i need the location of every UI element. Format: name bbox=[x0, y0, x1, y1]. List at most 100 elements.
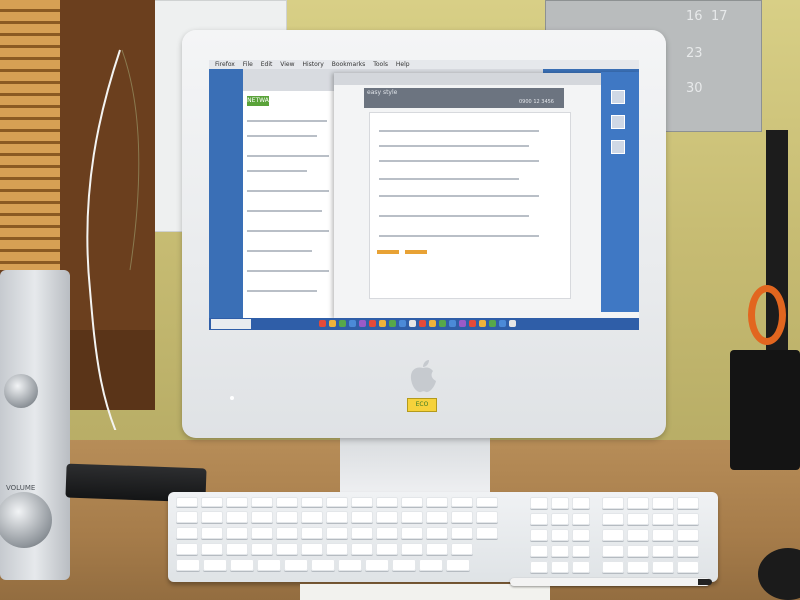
key bbox=[251, 511, 273, 523]
key bbox=[602, 561, 624, 573]
form-field bbox=[379, 130, 539, 132]
menu-item: Help bbox=[395, 61, 410, 68]
imac-screen: Firefox File Edit View History Bookmarks… bbox=[209, 60, 639, 330]
taskbar-icon bbox=[419, 320, 426, 327]
key bbox=[627, 497, 649, 509]
key bbox=[602, 497, 624, 509]
taskbar-icon bbox=[499, 320, 506, 327]
key bbox=[176, 559, 200, 571]
key bbox=[351, 527, 373, 539]
key bbox=[426, 511, 448, 523]
form-button bbox=[405, 250, 427, 254]
key bbox=[602, 545, 624, 557]
calendar-number: 23 bbox=[686, 46, 703, 61]
taskbar-icon bbox=[329, 320, 336, 327]
pen-holder bbox=[730, 350, 800, 470]
text-line bbox=[247, 290, 317, 292]
key bbox=[226, 511, 248, 523]
key bbox=[572, 529, 590, 541]
taskbar-icon bbox=[429, 320, 436, 327]
key bbox=[338, 559, 362, 571]
key bbox=[176, 511, 198, 523]
key bbox=[677, 513, 699, 525]
key bbox=[201, 527, 223, 539]
site-banner-phone: 0900 12 3456 bbox=[519, 99, 554, 105]
taskbar-icon bbox=[379, 320, 386, 327]
text-line bbox=[247, 170, 307, 172]
menu-item: View bbox=[280, 61, 295, 68]
form-field bbox=[379, 145, 529, 147]
web-form bbox=[369, 112, 571, 299]
menu-item: Firefox bbox=[215, 61, 235, 68]
hanging-cable bbox=[86, 49, 140, 430]
key bbox=[401, 511, 423, 523]
key bbox=[257, 559, 281, 571]
key bbox=[677, 545, 699, 557]
key bbox=[551, 545, 569, 557]
calendar-number: 30 bbox=[686, 81, 703, 96]
key bbox=[551, 561, 569, 573]
pen bbox=[510, 578, 710, 586]
key bbox=[376, 511, 398, 523]
key bbox=[276, 497, 298, 507]
taskbar-icon bbox=[369, 320, 376, 327]
key bbox=[203, 559, 227, 571]
key bbox=[677, 497, 699, 509]
key bbox=[351, 497, 373, 507]
key bbox=[530, 529, 548, 541]
key bbox=[284, 559, 308, 571]
key bbox=[376, 527, 398, 539]
key bbox=[476, 511, 498, 523]
key bbox=[251, 497, 273, 507]
key bbox=[530, 497, 548, 509]
key bbox=[426, 497, 448, 507]
key bbox=[226, 527, 248, 539]
key bbox=[652, 561, 674, 573]
key bbox=[602, 529, 624, 541]
desktop-sidebar bbox=[601, 72, 639, 312]
key bbox=[230, 559, 254, 571]
window-blinds bbox=[0, 0, 60, 270]
calendar-number: 16 bbox=[686, 9, 703, 24]
menu-item: Tools bbox=[373, 61, 388, 68]
screen-menubar: Firefox File Edit View History Bookmarks… bbox=[209, 60, 639, 69]
key bbox=[201, 543, 223, 555]
site-logo-tag: NETWA bbox=[247, 96, 269, 106]
key bbox=[326, 527, 348, 539]
key bbox=[677, 561, 699, 573]
key bbox=[551, 529, 569, 541]
site-banner-title: easy style bbox=[367, 89, 398, 96]
key bbox=[419, 559, 443, 571]
text-line bbox=[247, 155, 329, 157]
key bbox=[251, 527, 273, 539]
key bbox=[451, 511, 473, 523]
key bbox=[326, 497, 348, 507]
paper-sheet bbox=[300, 584, 550, 600]
menu-item: Edit bbox=[260, 61, 273, 68]
taskbar-icon bbox=[489, 320, 496, 327]
taskbar-icon bbox=[389, 320, 396, 327]
form-field bbox=[379, 160, 539, 162]
key bbox=[451, 543, 473, 555]
key bbox=[176, 497, 198, 507]
text-line bbox=[247, 135, 317, 137]
taskbar-icon bbox=[509, 320, 516, 327]
volume-knob bbox=[0, 492, 52, 548]
text-line bbox=[247, 250, 312, 252]
key bbox=[451, 497, 473, 507]
key bbox=[376, 543, 398, 555]
key bbox=[276, 511, 298, 523]
form-field bbox=[379, 235, 539, 237]
text-line bbox=[247, 270, 329, 272]
key bbox=[301, 543, 323, 555]
key bbox=[551, 497, 569, 509]
form-button bbox=[377, 250, 399, 254]
key bbox=[572, 497, 590, 509]
key bbox=[251, 543, 273, 555]
power-indicator bbox=[230, 396, 234, 400]
taskbar-icon bbox=[399, 320, 406, 327]
key bbox=[677, 529, 699, 541]
form-field bbox=[379, 178, 519, 180]
calendar-number: 17 bbox=[711, 9, 728, 24]
desktop-icon bbox=[611, 115, 625, 129]
